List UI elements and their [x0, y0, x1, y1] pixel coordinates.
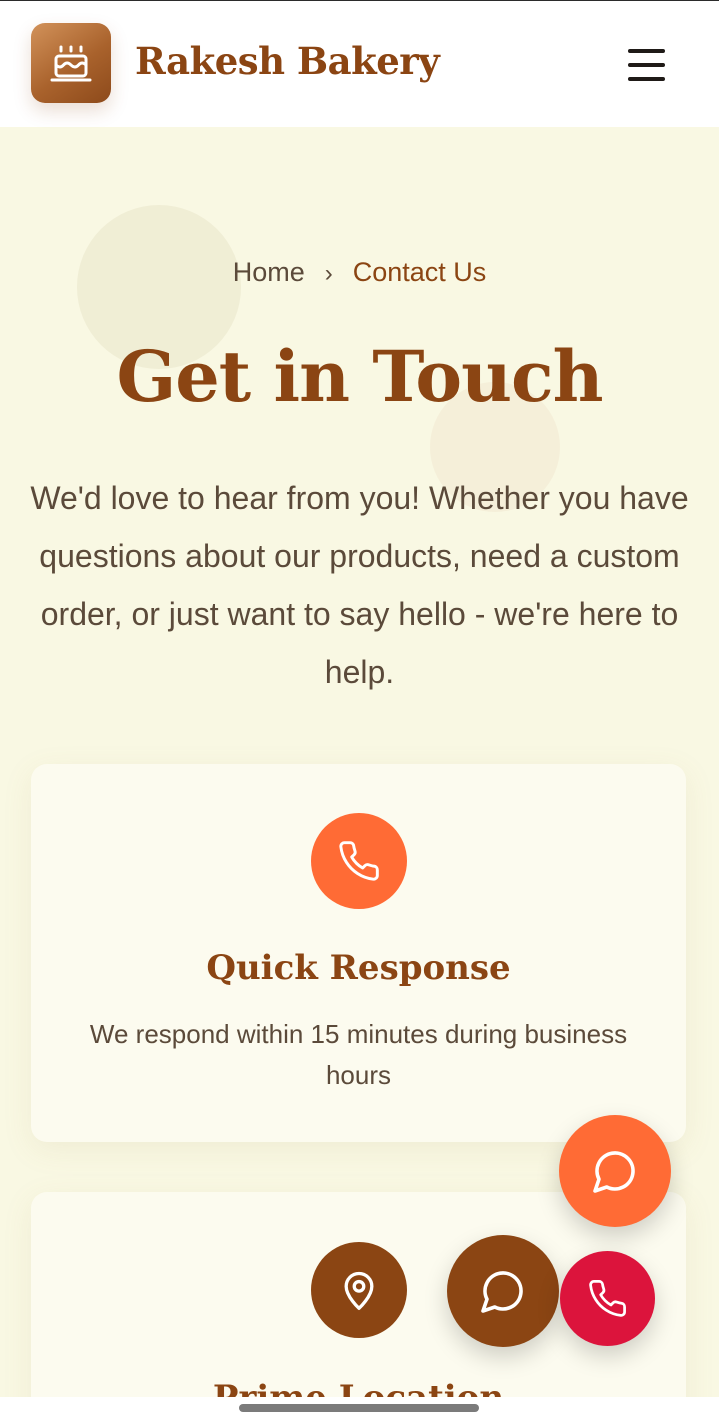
breadcrumb-current: Contact Us [352, 257, 487, 287]
feature-icon-circle [311, 813, 407, 909]
chat-icon [481, 1271, 523, 1313]
intro-text: We'd love to hear from you! Whether you … [30, 480, 689, 690]
page-title: Get in Touch [116, 335, 603, 418]
breadcrumb-home-link[interactable]: Home [233, 257, 305, 287]
breadcrumb: Home › Contact Us [0, 257, 719, 288]
system-bottom-bar [0, 1397, 719, 1427]
chat-button[interactable] [559, 1115, 671, 1227]
hamburger-menu-icon [628, 49, 665, 53]
brand-name[interactable]: Rakesh Bakery [135, 39, 440, 83]
chat-button-secondary[interactable] [447, 1235, 559, 1347]
feature-card-quick-response: Quick Response We respond within 15 minu… [31, 764, 686, 1142]
feature-title: Quick Response [206, 948, 511, 988]
logo[interactable] [31, 23, 111, 103]
feature-icon-circle [311, 1242, 407, 1338]
cake-icon [50, 45, 92, 82]
hamburger-menu-button[interactable] [620, 43, 674, 87]
hamburger-line [628, 77, 665, 81]
phone-icon [589, 1280, 626, 1317]
home-indicator[interactable] [239, 1404, 479, 1412]
location-pin-icon [344, 1271, 374, 1310]
chat-icon [593, 1151, 635, 1193]
site-header: Rakesh Bakery [0, 1, 719, 127]
phone-icon [339, 841, 379, 881]
call-button[interactable] [560, 1251, 655, 1346]
hamburger-line [628, 63, 665, 67]
feature-text: We respond within 15 minutes during busi… [89, 1019, 628, 1090]
chevron-right-icon: › [324, 260, 333, 287]
feature-title: Prime Location [31, 1378, 686, 1397]
